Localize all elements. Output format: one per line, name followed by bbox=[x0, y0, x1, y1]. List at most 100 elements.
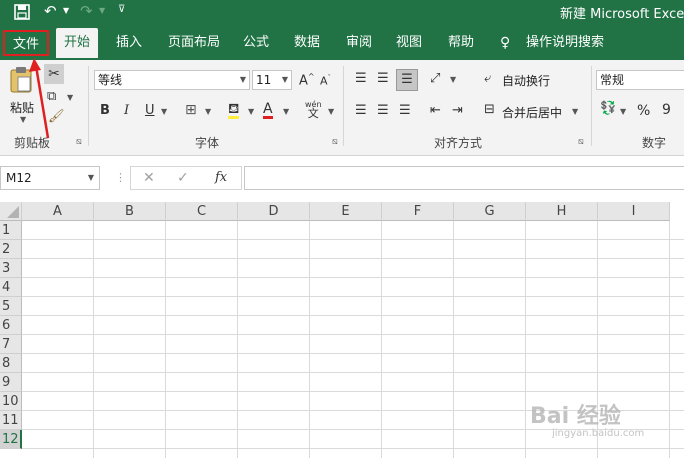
italic-button[interactable]: I bbox=[124, 104, 129, 117]
cancel-icon[interactable]: ✕ bbox=[143, 171, 155, 185]
font-launcher-icon[interactable]: ⧅ bbox=[332, 138, 338, 147]
row-header[interactable]: 11 bbox=[0, 411, 22, 430]
chevron-down-icon: ▼ bbox=[281, 75, 288, 84]
name-box[interactable]: M12 ▼ bbox=[0, 166, 100, 190]
decrease-font-size-icon[interactable]: Aˇ bbox=[320, 75, 331, 87]
merge-center-button[interactable]: 合并后居中 bbox=[502, 104, 562, 121]
column-header[interactable]: G bbox=[454, 202, 526, 221]
divider bbox=[343, 66, 344, 146]
column-header[interactable]: A bbox=[22, 202, 94, 221]
tell-me-search[interactable]: 操作说明搜索 bbox=[518, 28, 612, 58]
increase-indent-icon[interactable]: ⇥ bbox=[452, 104, 463, 117]
font-color-icon[interactable]: A bbox=[263, 102, 273, 119]
undo-dropdown-icon[interactable]: ▼ bbox=[63, 7, 69, 15]
redo-dropdown-icon[interactable]: ▼ bbox=[99, 7, 105, 15]
decrease-indent-icon[interactable]: ⇤ bbox=[430, 104, 441, 117]
column-header[interactable]: D bbox=[238, 202, 310, 221]
column-header[interactable]: H bbox=[526, 202, 598, 221]
row-header[interactable]: 3 bbox=[0, 259, 22, 278]
cut-icon[interactable]: ✂ bbox=[44, 64, 64, 84]
tab-home[interactable]: 开始 bbox=[56, 28, 99, 58]
copy-icon[interactable]: ⧉ bbox=[47, 90, 56, 103]
increase-font-size-icon[interactable]: A^ bbox=[299, 73, 315, 88]
fill-color-dropdown-icon[interactable]: ▼ bbox=[248, 108, 254, 116]
align-middle-icon[interactable]: ☰ bbox=[377, 72, 389, 85]
column-header[interactable]: B bbox=[94, 202, 166, 221]
merge-dropdown-icon[interactable]: ▼ bbox=[572, 108, 578, 116]
enter-icon[interactable]: ✓ bbox=[177, 171, 189, 185]
borders-icon[interactable]: ⊞ bbox=[185, 103, 197, 117]
align-center-icon[interactable]: ☰ bbox=[377, 104, 389, 117]
phonetic-dropdown-icon[interactable]: ▼ bbox=[328, 108, 334, 116]
wrap-text-icon[interactable]: ⤶ bbox=[484, 72, 491, 85]
tab-help[interactable]: 帮助 bbox=[440, 28, 482, 58]
row-header[interactable]: 2 bbox=[0, 240, 22, 259]
row-gridline bbox=[22, 258, 684, 259]
select-all-corner[interactable] bbox=[0, 202, 22, 221]
tab-view[interactable]: 视图 bbox=[388, 28, 430, 58]
row-header[interactable]: 6 bbox=[0, 316, 22, 335]
percent-button[interactable]: % bbox=[637, 104, 650, 118]
merge-center-icon[interactable]: ⊟ bbox=[484, 103, 495, 116]
align-top-icon[interactable]: ☰ bbox=[355, 72, 367, 85]
chevron-down-icon[interactable]: ▼ bbox=[88, 167, 94, 189]
font-size-dropdown[interactable]: 11 ▼ bbox=[252, 70, 292, 90]
currency-dropdown-icon[interactable]: ▼ bbox=[620, 108, 626, 116]
align-right-icon[interactable]: ☰ bbox=[399, 104, 411, 117]
number-format-dropdown[interactable]: 常规 bbox=[596, 70, 684, 90]
underline-button[interactable]: U bbox=[145, 104, 155, 117]
comma-style-button[interactable]: 9 bbox=[662, 103, 671, 117]
currency-format-icon[interactable]: 💱 bbox=[600, 102, 616, 115]
row-header[interactable]: 8 bbox=[0, 354, 22, 373]
orientation-dropdown-icon[interactable]: ▼ bbox=[450, 76, 456, 84]
copy-dropdown-icon[interactable]: ▼ bbox=[67, 94, 73, 102]
row-header[interactable]: 12 bbox=[0, 430, 22, 449]
column-header[interactable]: C bbox=[166, 202, 238, 221]
column-header[interactable]: E bbox=[310, 202, 382, 221]
font-color-dropdown-icon[interactable]: ▼ bbox=[283, 108, 289, 116]
borders-dropdown-icon[interactable]: ▼ bbox=[205, 108, 211, 116]
wrap-text-button[interactable]: 自动换行 bbox=[502, 72, 550, 89]
insert-function-button[interactable]: fx bbox=[215, 171, 227, 184]
align-left-icon[interactable]: ☰ bbox=[355, 104, 367, 117]
row-gridline bbox=[22, 353, 684, 354]
clipboard-launcher-icon[interactable]: ⧅ bbox=[76, 138, 82, 147]
tab-formulas[interactable]: 公式 bbox=[235, 28, 277, 58]
formula-buttons: ✕ ✓ fx bbox=[130, 166, 242, 190]
row-header[interactable]: 7 bbox=[0, 335, 22, 354]
format-painter-icon[interactable]: 🖌 bbox=[48, 110, 65, 123]
alignment-launcher-icon[interactable]: ⧅ bbox=[578, 138, 584, 147]
bold-button[interactable]: B bbox=[100, 104, 110, 117]
column-header[interactable]: I bbox=[598, 202, 670, 221]
more-options-icon[interactable]: ⋮ bbox=[115, 172, 126, 183]
paste-icon[interactable] bbox=[9, 66, 33, 97]
row-gridline bbox=[22, 391, 684, 392]
underline-dropdown-icon[interactable]: ▼ bbox=[161, 108, 167, 116]
phonetic-guide-icon[interactable]: wén 文 bbox=[305, 100, 322, 119]
tab-review[interactable]: 审阅 bbox=[338, 28, 380, 58]
row-header[interactable]: 1 bbox=[0, 221, 22, 240]
save-icon[interactable] bbox=[14, 4, 30, 23]
column-header[interactable]: F bbox=[382, 202, 454, 221]
tab-page-layout[interactable]: 页面布局 bbox=[160, 28, 228, 58]
formula-input[interactable] bbox=[244, 166, 684, 190]
divider bbox=[591, 66, 592, 146]
align-bottom-icon[interactable]: ☰ bbox=[396, 69, 418, 91]
row-header[interactable]: 10 bbox=[0, 392, 22, 411]
row-header[interactable]: 9 bbox=[0, 373, 22, 392]
customize-qat-icon[interactable]: ⊽ bbox=[118, 5, 125, 15]
font-name-dropdown[interactable]: 等线 ▼ bbox=[94, 70, 250, 90]
undo-icon[interactable]: ↶ bbox=[44, 4, 57, 19]
row-gridline bbox=[22, 277, 684, 278]
row-header[interactable]: 4 bbox=[0, 278, 22, 297]
paste-label[interactable]: 粘贴 bbox=[10, 99, 34, 116]
fill-color-icon[interactable]: ⛾ bbox=[228, 102, 240, 119]
row-header[interactable]: 5 bbox=[0, 297, 22, 316]
tab-file[interactable]: 文件 bbox=[3, 30, 50, 56]
paste-dropdown-icon[interactable]: ▼ bbox=[20, 116, 26, 124]
orientation-icon[interactable]: ⤢ bbox=[430, 72, 440, 85]
tab-data[interactable]: 数据 bbox=[286, 28, 328, 58]
redo-icon[interactable]: ↷ bbox=[80, 4, 93, 19]
tab-insert[interactable]: 插入 bbox=[108, 28, 150, 58]
lightbulb-icon: ♀ bbox=[500, 35, 511, 51]
